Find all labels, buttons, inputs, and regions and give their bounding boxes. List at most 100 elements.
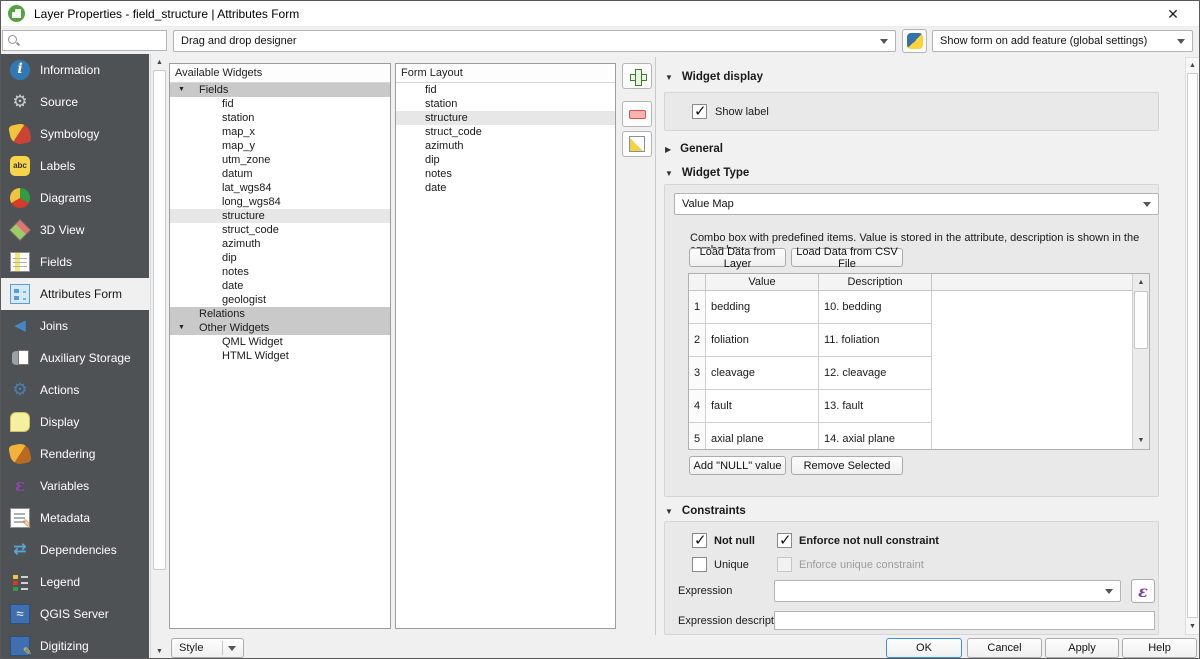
tree-item-qml-widget[interactable]: QML Widget bbox=[170, 335, 390, 349]
section-constraints[interactable]: ▼ Constraints bbox=[665, 505, 746, 517]
table-scrollbar[interactable]: ▲ ▼ bbox=[1132, 274, 1149, 449]
sidebar-item-source[interactable]: Source bbox=[1, 86, 149, 118]
close-icon[interactable]: ✕ bbox=[1159, 4, 1187, 24]
show-label-checkbox[interactable] bbox=[692, 104, 707, 119]
tree-item-notes[interactable]: notes bbox=[170, 265, 390, 279]
layout-item-structure[interactable]: structure bbox=[396, 111, 615, 125]
description-cell[interactable]: 14. axial plane bbox=[819, 423, 932, 450]
tree-item-station[interactable]: station bbox=[170, 111, 390, 125]
expression-description-input[interactable] bbox=[774, 611, 1155, 630]
tree-group-fields[interactable]: ▼Fields bbox=[170, 83, 390, 97]
scroll-up-icon[interactable]: ▲ bbox=[1186, 58, 1199, 73]
tree-group-other-widgets[interactable]: ▼Other Widgets bbox=[170, 321, 390, 335]
tree-item-html-widget[interactable]: HTML Widget bbox=[170, 349, 390, 363]
sidebar-item-digitizing[interactable]: Digitizing bbox=[1, 630, 149, 659]
tree-item-utm_zone[interactable]: utm_zone bbox=[170, 153, 390, 167]
edit-item-button[interactable] bbox=[622, 131, 652, 157]
value-column-header[interactable]: Value bbox=[706, 274, 819, 291]
remove-item-button[interactable] bbox=[622, 101, 652, 127]
layout-item-date[interactable]: date bbox=[396, 181, 615, 195]
sidebar-item-attributes-form[interactable]: Attributes Form bbox=[1, 278, 149, 310]
tree-item-fid[interactable]: fid bbox=[170, 97, 390, 111]
section-general[interactable]: ▶ General bbox=[665, 143, 723, 155]
designer-mode-select[interactable]: Drag and drop designer bbox=[173, 30, 896, 52]
tree-item-date[interactable]: date bbox=[170, 279, 390, 293]
table-row[interactable]: 5 axial plane 14. axial plane bbox=[689, 423, 1149, 450]
expression-input[interactable] bbox=[774, 580, 1121, 602]
scroll-down-icon[interactable]: ▼ bbox=[1133, 433, 1149, 448]
search-input[interactable] bbox=[20, 35, 162, 47]
value-cell[interactable]: bedding bbox=[706, 291, 819, 324]
section-widget-display[interactable]: ▼ Widget display bbox=[665, 71, 763, 83]
layout-item-dip[interactable]: dip bbox=[396, 153, 615, 167]
tree-item-dip[interactable]: dip bbox=[170, 251, 390, 265]
scroll-up-icon[interactable]: ▲ bbox=[151, 55, 168, 70]
ok-button[interactable]: OK bbox=[886, 638, 962, 658]
sidebar-item-display[interactable]: Display bbox=[1, 406, 149, 438]
description-cell[interactable]: 12. cleavage bbox=[819, 357, 932, 390]
collapse-arrow-icon[interactable]: ▼ bbox=[178, 83, 185, 97]
description-column-header[interactable]: Description bbox=[819, 274, 932, 291]
sidebar-item-qgis-server[interactable]: QGIS Server bbox=[1, 598, 149, 630]
sidebar-item-variables[interactable]: Variables bbox=[1, 470, 149, 502]
load-data-from-csv-button[interactable]: Load Data from CSV File bbox=[791, 248, 903, 267]
sidebar-item-legend[interactable]: Legend bbox=[1, 566, 149, 598]
tree-item-lat_wgs84[interactable]: lat_wgs84 bbox=[170, 181, 390, 195]
description-cell[interactable]: 13. fault bbox=[819, 390, 932, 423]
tree-item-long_wgs84[interactable]: long_wgs84 bbox=[170, 195, 390, 209]
sidebar-item-actions[interactable]: Actions bbox=[1, 374, 149, 406]
table-row[interactable]: 2 foliation 11. foliation bbox=[689, 324, 1149, 357]
sidebar-item-information[interactable]: Information bbox=[1, 54, 149, 86]
tree-item-map_y[interactable]: map_y bbox=[170, 139, 390, 153]
load-data-from-layer-button[interactable]: Load Data from Layer bbox=[689, 248, 786, 267]
cancel-button[interactable]: Cancel bbox=[967, 638, 1042, 658]
python-init-button[interactable] bbox=[902, 29, 927, 53]
sidebar-item-3d-view[interactable]: 3D View bbox=[1, 214, 149, 246]
sidebar-item-symbology[interactable]: Symbology bbox=[1, 118, 149, 150]
form-open-mode-select[interactable]: Show form on add feature (global setting… bbox=[932, 30, 1193, 52]
sidebar-item-fields[interactable]: Fields bbox=[1, 246, 149, 278]
expression-builder-button[interactable]: ε bbox=[1131, 579, 1155, 603]
layout-item-struct_code[interactable]: struct_code bbox=[396, 125, 615, 139]
tree-item-struct_code[interactable]: struct_code bbox=[170, 223, 390, 237]
sidebar-item-rendering[interactable]: Rendering bbox=[1, 438, 149, 470]
layout-item-fid[interactable]: fid bbox=[396, 83, 615, 97]
layout-item-station[interactable]: station bbox=[396, 97, 615, 111]
scrollbar-thumb[interactable] bbox=[1134, 291, 1148, 349]
description-cell[interactable]: 11. foliation bbox=[819, 324, 932, 357]
sidebar-item-auxiliary-storage[interactable]: Auxiliary Storage bbox=[1, 342, 149, 374]
section-widget-type[interactable]: ▼ Widget Type bbox=[665, 167, 749, 179]
scrollbar-thumb[interactable] bbox=[153, 70, 166, 570]
tree-item-structure[interactable]: structure bbox=[170, 209, 390, 223]
scroll-down-icon[interactable]: ▼ bbox=[1186, 619, 1199, 634]
unique-checkbox[interactable] bbox=[692, 557, 707, 572]
tree-item-map_x[interactable]: map_x bbox=[170, 125, 390, 139]
help-button[interactable]: Help bbox=[1122, 638, 1197, 658]
description-cell[interactable]: 10. bedding bbox=[819, 291, 932, 324]
not-null-checkbox[interactable] bbox=[692, 533, 707, 548]
sidebar-item-labels[interactable]: Labels bbox=[1, 150, 149, 182]
tree-item-geologist[interactable]: geologist bbox=[170, 293, 390, 307]
sidebar-item-metadata[interactable]: Metadata bbox=[1, 502, 149, 534]
add-null-value-button[interactable]: Add "NULL" value bbox=[689, 456, 786, 475]
sidebar-item-dependencies[interactable]: Dependencies bbox=[1, 534, 149, 566]
sidebar-item-joins[interactable]: Joins bbox=[1, 310, 149, 342]
value-cell[interactable]: fault bbox=[706, 390, 819, 423]
value-cell[interactable]: foliation bbox=[706, 324, 819, 357]
layout-item-azimuth[interactable]: azimuth bbox=[396, 139, 615, 153]
remove-selected-button[interactable]: Remove Selected bbox=[791, 456, 903, 475]
scrollbar-thumb[interactable] bbox=[1187, 73, 1198, 618]
sidebar-item-diagrams[interactable]: Diagrams bbox=[1, 182, 149, 214]
panel-splitter[interactable] bbox=[655, 57, 656, 635]
enforce-unique-checkbox[interactable] bbox=[777, 557, 792, 572]
scroll-up-icon[interactable]: ▲ bbox=[1133, 275, 1149, 290]
sidebar-scrollbar[interactable]: ▲ ▼ bbox=[150, 54, 168, 659]
style-menu-button[interactable]: Style bbox=[171, 638, 244, 658]
widget-type-select[interactable]: Value Map bbox=[674, 193, 1159, 215]
scroll-down-icon[interactable]: ▼ bbox=[151, 644, 168, 659]
value-cell[interactable]: cleavage bbox=[706, 357, 819, 390]
value-cell[interactable]: axial plane bbox=[706, 423, 819, 450]
enforce-not-null-checkbox[interactable] bbox=[777, 533, 792, 548]
layout-item-notes[interactable]: notes bbox=[396, 167, 615, 181]
table-row[interactable]: 1 bedding 10. bedding bbox=[689, 291, 1149, 324]
